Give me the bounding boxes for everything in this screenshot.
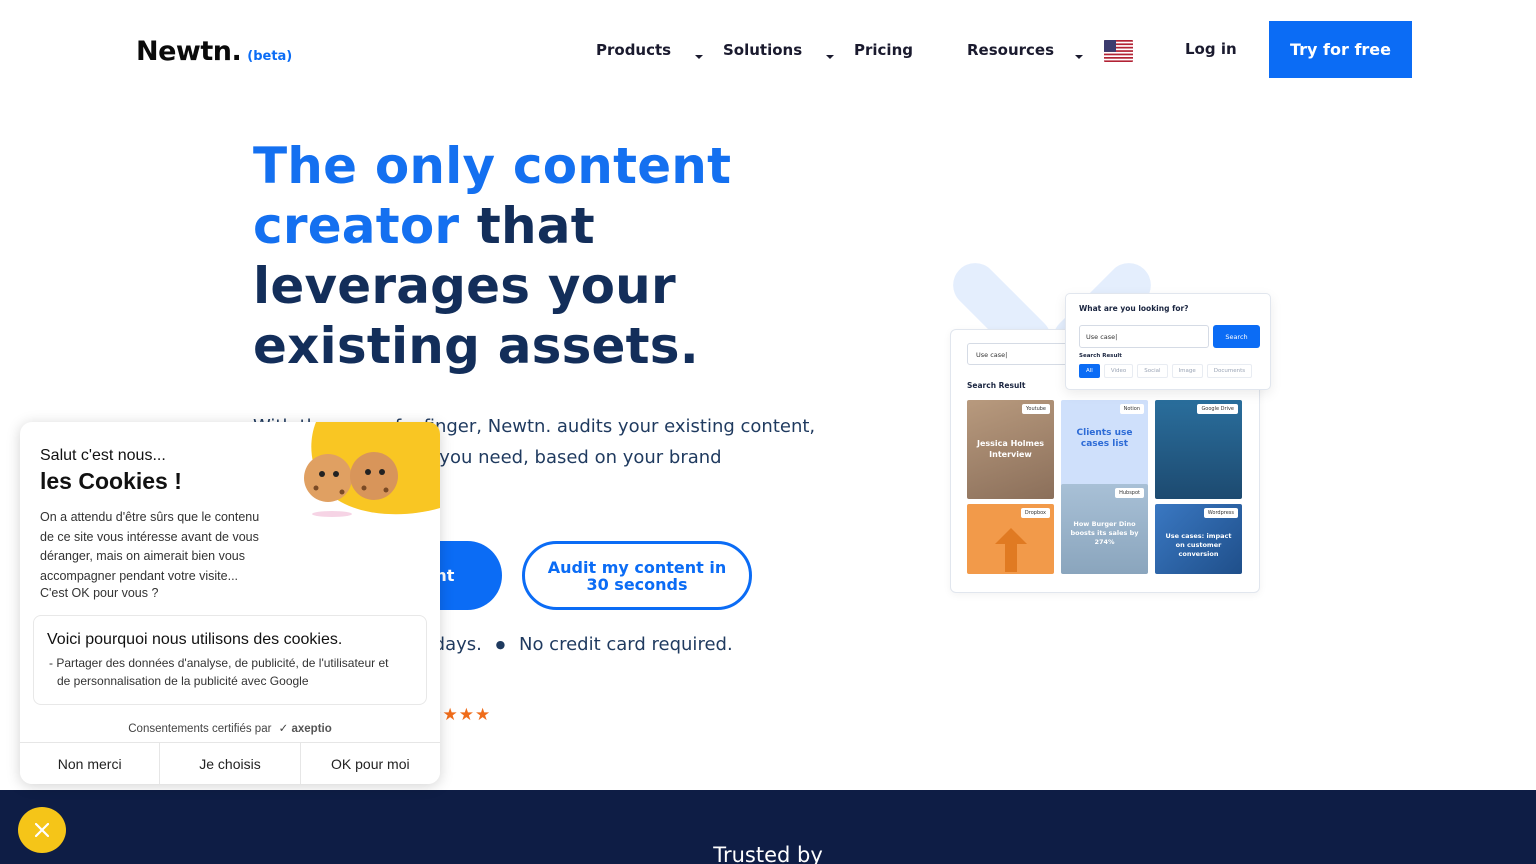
tile-title: Clients use cases list: [1076, 428, 1133, 449]
cookie-mascot-icon: [304, 422, 440, 517]
logo-beta-badge: (beta): [247, 49, 293, 64]
choose-cookies-button[interactable]: Je choisis: [160, 743, 301, 784]
result-tile: Wordpress Use cases: impact on customer …: [1155, 504, 1242, 574]
cookie-buttons: Non merci Je choisis OK pour moi: [20, 742, 440, 784]
search-input-mock: Use case|: [967, 343, 1077, 365]
tile-title: Jessica Holmes Interview: [976, 439, 1045, 459]
check-icon: ✓: [278, 723, 289, 735]
bullet-separator: ●: [495, 638, 506, 651]
cookie-title: les Cookies !: [40, 468, 182, 494]
tile-source-tag: Notion: [1119, 404, 1144, 414]
tile-source-tag: Google Drive: [1197, 404, 1238, 414]
filter-tab-image: Image: [1171, 364, 1203, 378]
cookie-greeting: Salut c'est nous...: [40, 447, 166, 464]
cookie-purpose-item: - Partager des données d'analyse, de pub…: [49, 656, 389, 688]
nav-resources[interactable]: Resources: [967, 41, 1054, 59]
cookie-question: C'est OK pour vous ?: [40, 586, 159, 600]
cookie-body-text: On a attendu d'être sûrs que le contenu …: [40, 510, 260, 583]
cookie-purposes-title: Voici pourquoi nous utilisons des cookie…: [47, 631, 343, 648]
logo-text: Newtn.: [136, 36, 242, 67]
try-for-free-button[interactable]: Try for free: [1269, 21, 1412, 78]
us-flag-icon[interactable]: [1104, 40, 1133, 62]
no-card-text: No credit card required.: [518, 634, 733, 655]
search-popup-card: What are you looking for? Use case| Sear…: [1065, 293, 1271, 390]
filter-tab-video: Video: [1103, 364, 1134, 378]
chevron-down-icon[interactable]: [1075, 55, 1083, 59]
nav-products[interactable]: Products: [596, 41, 671, 59]
filter-tab-documents: Documents: [1206, 364, 1253, 378]
cookie-consent-panel: Salut c'est nous... les Cookies ! On a a…: [20, 422, 440, 784]
chevron-down-icon[interactable]: [695, 55, 703, 59]
cookie-certification: Consentements certifiés par ✓ axeptio: [20, 721, 440, 735]
tile-source-tag: Youtube: [1022, 404, 1050, 414]
cookie-purposes-box: Voici pourquoi nous utilisons des cookie…: [33, 615, 427, 705]
tile-source-tag: Dropbox: [1020, 508, 1050, 518]
popup-filter-tabs: All Video Social Image Documents: [1079, 364, 1253, 378]
close-cookie-fab[interactable]: [18, 807, 66, 853]
result-tile: Dropbox: [967, 504, 1054, 574]
nav-solutions[interactable]: Solutions: [723, 41, 802, 59]
result-tile: Google Drive: [1155, 400, 1242, 499]
tile-source-tag: Wordpress: [1203, 508, 1238, 518]
nav-pricing[interactable]: Pricing: [854, 41, 913, 59]
tile-source-tag: Hubspot: [1115, 488, 1144, 498]
result-tile: Hubspot How Burger Dino boosts its sales…: [1061, 484, 1148, 574]
hero-illustration: Use case| Search Result Youtube Jessica …: [940, 254, 1280, 602]
hero-title: The only content creator that leverages …: [253, 136, 753, 376]
tile-title: Use cases: impact on customer conversion: [1165, 532, 1232, 558]
result-tile: Youtube Jessica Holmes Interview: [967, 400, 1054, 499]
decline-cookies-button[interactable]: Non merci: [20, 743, 161, 784]
accept-cookies-button[interactable]: OK pour moi: [300, 743, 440, 784]
filter-tab-social: Social: [1137, 364, 1168, 378]
popup-search-button: Search: [1213, 325, 1260, 348]
login-link[interactable]: Log in: [1185, 40, 1237, 58]
popup-result-label: Search Result: [1079, 353, 1122, 359]
axeptio-brand[interactable]: axeptio: [291, 723, 331, 735]
search-result-label: Search Result: [967, 381, 1026, 390]
arrow-up-icon: [995, 528, 1027, 572]
trusted-by-heading: Trusted by: [713, 843, 823, 864]
logo[interactable]: Newtn. (beta): [136, 36, 292, 67]
audit-content-button[interactable]: Audit my content in 30 seconds: [522, 541, 752, 610]
popup-search-input: Use case|: [1079, 325, 1209, 348]
trusted-by-section: Trusted by: [0, 790, 1536, 864]
cookie-body: On a attendu d'être sûrs que le contenu …: [40, 508, 425, 586]
cookie-certified-text: Consentements certifiés par: [128, 723, 272, 735]
tile-title: How Burger Dino boosts its sales by 274%: [1070, 520, 1139, 546]
close-icon: [35, 823, 49, 837]
chevron-down-icon[interactable]: [826, 55, 834, 59]
filter-tab-all: All: [1079, 364, 1100, 378]
popup-title: What are you looking for?: [1079, 304, 1189, 313]
